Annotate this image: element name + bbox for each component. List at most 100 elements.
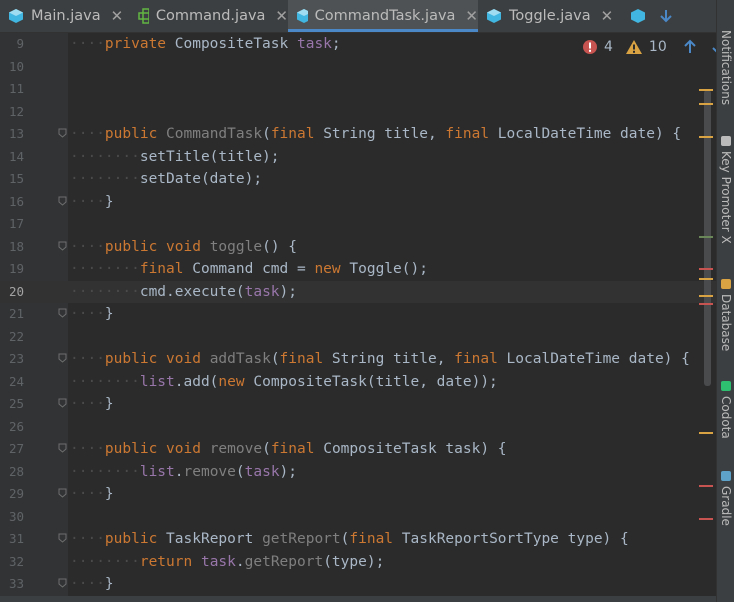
error-stripe[interactable] (697, 33, 716, 596)
error-count: 4 (604, 39, 613, 55)
code-line[interactable]: 32 ········return task.getReport(type); (0, 551, 716, 574)
code-line[interactable]: 19 ········final Command cmd = new Toggle… (0, 258, 716, 281)
java-class-icon (9, 9, 23, 23)
code-text: ····} (70, 306, 114, 322)
line-number: 30 (8, 508, 24, 524)
horizontal-scrollbar[interactable] (0, 596, 716, 602)
code-line[interactable]: 22 (0, 326, 716, 349)
fold-marker-icon[interactable] (58, 241, 67, 251)
code-line[interactable]: 31 ····public TaskReport getReport(final … (0, 528, 716, 551)
tab-toggle-java[interactable]: Toggle.java ✕ (478, 0, 626, 32)
tab-commandtask-java[interactable]: CommandTask.java ✕ (288, 0, 478, 32)
tool-window-label: Gradle (719, 486, 733, 526)
tool-window-label: Codota (719, 396, 733, 439)
fold-marker-icon[interactable] (58, 308, 67, 318)
warning-stripe-mark[interactable] (699, 278, 713, 280)
line-number: 32 (8, 553, 24, 569)
warning-stripe-mark[interactable] (699, 89, 713, 91)
fold-marker-icon[interactable] (58, 128, 67, 138)
error-icon (583, 40, 597, 54)
editor-tab-bar: Main.java ✕ Command.java ✕ CommandTask.java ✕… (0, 0, 716, 33)
tab-close-icon[interactable]: ✕ (601, 7, 614, 25)
line-number: 23 (8, 351, 24, 366)
error-stripe-mark[interactable] (699, 518, 713, 520)
code-line[interactable]: 21 ····} (0, 303, 716, 326)
fold-marker-icon[interactable] (58, 443, 67, 453)
code-editor[interactable]: 9 ····private CompositeTask task; 10 11 12 13… (0, 33, 716, 596)
code-line[interactable]: 28 ········list.remove(task); (0, 461, 716, 484)
line-number: 10 (8, 58, 24, 74)
error-stripe-mark[interactable] (699, 485, 713, 487)
code-line[interactable]: 24 ········list.add(new CompositeTask(tit… (0, 371, 716, 394)
code-line[interactable]: 26 (0, 416, 716, 439)
tab-close-icon[interactable]: ✕ (275, 7, 288, 25)
tool-window-key-promoter-x[interactable]: Key Promoter X (717, 135, 734, 244)
line-number: 29 (8, 486, 24, 501)
code-line[interactable]: 23 ····public void addTask(final String t… (0, 348, 716, 371)
code-line[interactable]: 13 ····public CommandTask(final String ti… (0, 123, 716, 146)
chevron-down-icon[interactable] (658, 8, 674, 24)
code-line[interactable]: 20 ········cmd.execute(task); (0, 280, 716, 303)
code-line[interactable]: 14 ········setTitle(title); (0, 146, 716, 169)
fold-marker-icon[interactable] (58, 488, 67, 498)
warning-stripe-mark[interactable] (699, 103, 713, 105)
vertical-scrollbar-thumb[interactable] (704, 90, 711, 386)
code-line[interactable]: 29 ····} (0, 483, 716, 506)
interface-icon (138, 8, 149, 24)
code-line[interactable]: 18 ····public void toggle() { (0, 236, 716, 259)
code-text: ····public void remove(final CompositeTa… (70, 441, 507, 457)
code-text: ····public void addTask(final String tit… (70, 351, 690, 367)
fold-marker-icon[interactable] (58, 353, 67, 363)
previous-highlight-arrow-icon[interactable] (683, 39, 697, 55)
code-text: ····public CommandTask(final String titl… (70, 126, 682, 142)
tab-label: CommandTask.java (314, 8, 456, 24)
tab-command-java[interactable]: Command.java ✕ (130, 0, 288, 32)
code-line[interactable]: 15 ········setDate(date); (0, 168, 716, 191)
error-stripe-mark[interactable] (699, 268, 713, 270)
tab-close-icon[interactable]: ✕ (111, 7, 124, 25)
tool-window-notifications[interactable]: Notifications (717, 30, 734, 105)
info-stripe-mark[interactable] (699, 236, 713, 238)
inspection-widget[interactable]: 4 10 (582, 39, 716, 55)
java-class-icon (631, 9, 645, 23)
warning-stripe-mark[interactable] (699, 432, 713, 434)
tab-label: Main.java (31, 8, 101, 24)
code-text: ····} (70, 396, 114, 412)
warning-stripe-mark[interactable] (699, 136, 713, 138)
code-text: ····private CompositeTask task; (70, 36, 341, 52)
tool-window-gradle[interactable]: Gradle (717, 470, 734, 526)
line-number: 21 (8, 306, 24, 321)
line-number: 19 (8, 261, 24, 276)
fold-marker-icon[interactable] (58, 196, 67, 206)
code-text: ········cmd.execute(task); (70, 283, 297, 300)
line-number: 27 (8, 441, 24, 456)
code-text: ········setTitle(title); (70, 148, 280, 165)
code-line[interactable]: 12 (0, 101, 716, 124)
tool-window-label: Database (719, 294, 733, 352)
code-line[interactable]: 33 ····} (0, 573, 716, 596)
tool-window-label: Notifications (719, 30, 733, 106)
tab-overflow[interactable] (630, 0, 674, 32)
code-line[interactable]: 10 (0, 56, 716, 79)
tab-close-icon[interactable]: ✕ (465, 7, 478, 25)
line-number: 18 (8, 238, 24, 254)
tool-window-codota[interactable]: Codota (717, 380, 734, 439)
code-text: ········list.add(new CompositeTask(title… (70, 373, 498, 390)
code-line[interactable]: 11 (0, 78, 716, 101)
error-stripe-mark[interactable] (699, 303, 713, 305)
fold-marker-icon[interactable] (58, 398, 67, 408)
code-line[interactable]: 30 (0, 506, 716, 529)
code-line[interactable]: 16 ····} (0, 191, 716, 214)
gradle-icon (721, 471, 731, 481)
line-number: 24 (8, 373, 24, 389)
line-number: 13 (8, 126, 24, 141)
code-line[interactable]: 17 (0, 213, 716, 236)
tool-window-database[interactable]: Database (717, 278, 734, 351)
line-number: 26 (8, 418, 24, 434)
code-line[interactable]: 25 ····} (0, 393, 716, 416)
fold-marker-icon[interactable] (58, 578, 67, 588)
fold-marker-icon[interactable] (58, 533, 67, 543)
warning-stripe-mark[interactable] (699, 295, 713, 297)
tab-main-java[interactable]: Main.java ✕ (0, 0, 130, 32)
code-line[interactable]: 27 ····public void remove(final Composite… (0, 438, 716, 461)
